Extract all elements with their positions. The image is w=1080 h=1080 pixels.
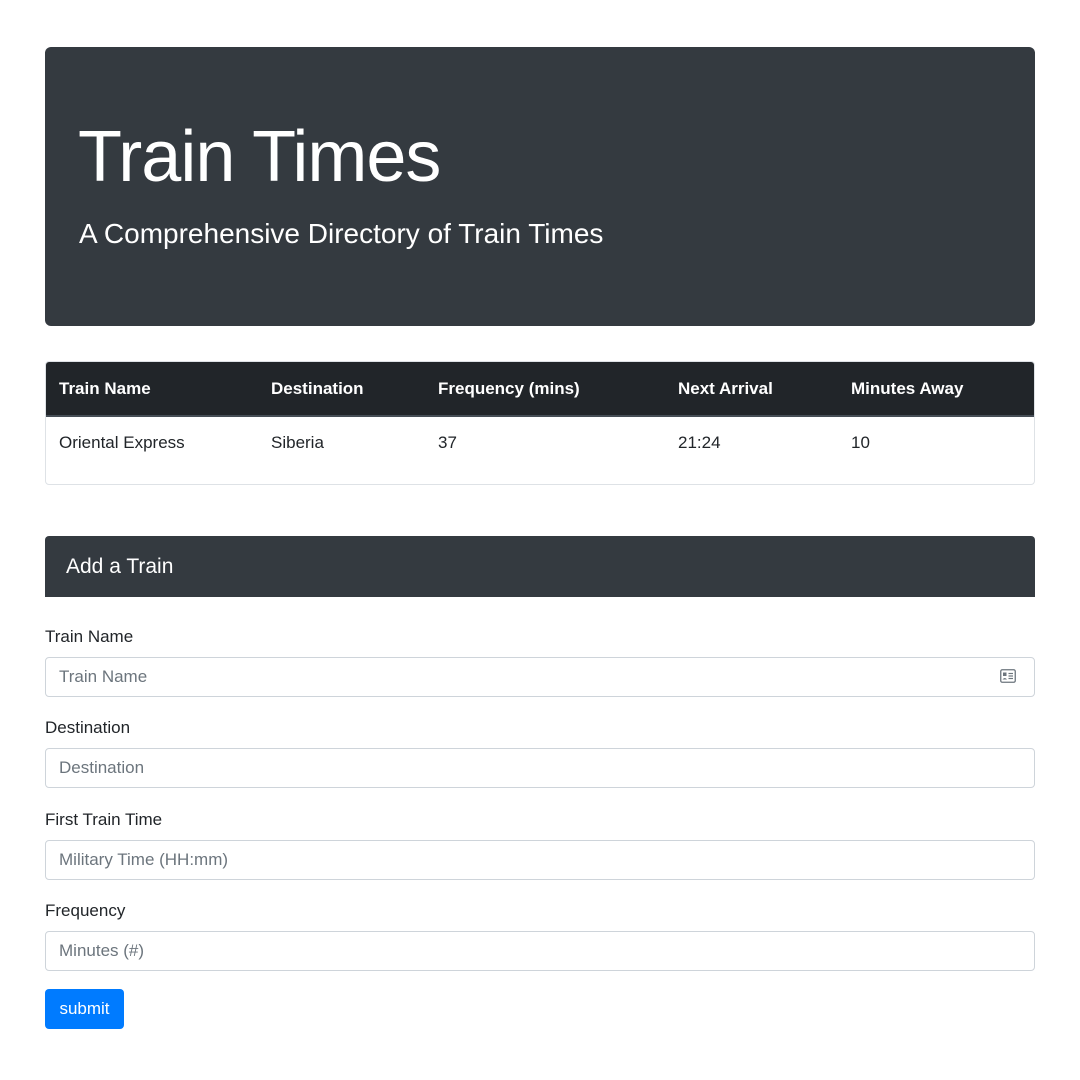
table-header-row: Train Name Destination Frequency (mins) … [46,362,1034,417]
contact-card-icon[interactable] [1000,669,1016,684]
page: Train Times A Comprehensive Directory of… [0,0,1080,1080]
first-train-time-input-wrap [45,840,1035,881]
train-name-label: Train Name [45,627,134,646]
column-header-frequency: Frequency (mins) [425,362,665,417]
frequency-group: Frequency [45,901,1035,972]
frequency-input-wrap [45,931,1035,972]
submit-button[interactable]: submit [45,989,124,1029]
first-train-time-input[interactable] [45,840,1035,881]
destination-group: Destination [45,718,1035,789]
train-schedule-table: Train Name Destination Frequency (mins) … [45,361,1035,485]
table-row: Oriental Express Siberia 37 21:24 10 [46,416,1034,469]
cell-minutes-away: 10 [851,433,870,452]
page-subtitle: A Comprehensive Directory of Train Times [79,218,604,249]
destination-label: Destination [45,718,131,737]
train-name-input-wrap [45,657,1035,698]
train-name-input[interactable] [45,657,1035,698]
jumbotron-header: Train Times A Comprehensive Directory of… [45,47,1035,326]
column-header-next-arrival: Next Arrival [665,362,838,417]
frequency-label: Frequency [45,901,126,920]
first-train-time-group: First Train Time [45,810,1035,881]
page-title: Train Times [78,117,441,197]
destination-input[interactable] [45,748,1035,789]
add-train-card-header: Add a Train [45,536,1035,597]
destination-input-wrap [45,748,1035,789]
cell-destination: Siberia [271,433,324,452]
first-train-time-label: First Train Time [45,810,163,829]
cell-next-arrival: 21:24 [678,433,721,452]
train-name-group: Train Name [45,627,1035,698]
column-header-train-name: Train Name [46,362,258,417]
add-train-heading: Add a Train [66,554,174,578]
cell-frequency: 37 [438,433,457,452]
frequency-input[interactable] [45,931,1035,972]
cell-train-name: Oriental Express [59,433,185,452]
column-header-minutes-away: Minutes Away [838,362,1034,417]
column-header-destination: Destination [258,362,425,417]
